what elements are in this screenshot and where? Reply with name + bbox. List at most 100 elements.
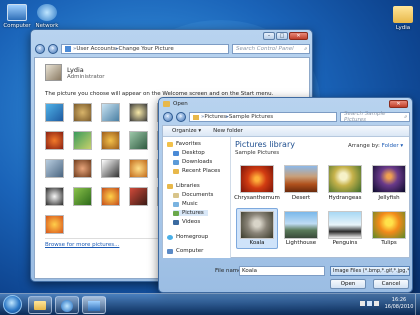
file-thumb-jellyfish[interactable]: [372, 165, 406, 193]
folder-icon: [193, 114, 199, 120]
tray-icons: [360, 301, 379, 306]
search-placeholder: Search Control Panel: [236, 46, 294, 52]
breadcrumb-sample-pictures[interactable]: Sample Pictures: [229, 114, 273, 120]
user-picture-option[interactable]: [101, 187, 120, 206]
file-thumb-hydrangeas[interactable]: [328, 165, 362, 193]
file-type-value: Image Files (*.bmp,*.gif,*.jpg,*: [333, 268, 410, 274]
open-button[interactable]: Open: [330, 279, 366, 289]
desktop-icon-network[interactable]: Network: [32, 4, 62, 29]
navigation-pane: Favorites Desktop Downloads Recent Place…: [163, 137, 231, 258]
start-button[interactable]: [3, 295, 22, 314]
taskbar-ie-button[interactable]: [55, 296, 79, 314]
control-panel-icon: [88, 301, 100, 311]
file-type-select[interactable]: Image Files (*.bmp,*.gif,*.jpg,*: [330, 266, 410, 276]
user-picture-option[interactable]: [129, 187, 148, 206]
library-title: Pictures library: [235, 140, 295, 149]
nav-videos[interactable]: Videos: [173, 219, 200, 225]
nav-documents[interactable]: Documents: [173, 192, 213, 198]
user-picture-option[interactable]: [45, 187, 64, 206]
user-picture-option[interactable]: [73, 187, 92, 206]
desktop-icon-label: Lydia: [395, 25, 411, 31]
taskbar-control-panel-button[interactable]: [82, 296, 106, 314]
arrange-dropdown[interactable]: Folder ▾: [382, 143, 404, 149]
dialog-caption-buttons: ✕: [389, 100, 408, 108]
user-picture-option[interactable]: [45, 131, 64, 150]
dialog-search[interactable]: Search Sample Pictures ⌕: [340, 111, 410, 123]
breadcrumb-pictures[interactable]: Pictures: [204, 114, 226, 120]
nav-recent-places[interactable]: Recent Places: [173, 168, 220, 174]
file-label: Hydrangeas: [328, 195, 362, 201]
dialog-address-bar[interactable]: » Pictures ▸ Sample Pictures: [189, 112, 337, 122]
file-thumb-koala[interactable]: [240, 211, 274, 239]
user-picture-option[interactable]: [45, 215, 64, 234]
user-picture-option[interactable]: [129, 159, 148, 178]
nav-libraries[interactable]: Libraries: [167, 183, 200, 189]
homegroup-icon: [167, 234, 173, 240]
user-picture-option[interactable]: [101, 103, 120, 122]
file-thumb-chrysanthemum[interactable]: [240, 165, 274, 193]
organize-menu[interactable]: Organize ▾: [172, 128, 201, 134]
breadcrumb-user-accounts[interactable]: User Accounts: [76, 46, 115, 52]
dialog-toolbar: Organize ▾ New folder: [163, 126, 409, 137]
minimize-button[interactable]: –: [263, 32, 275, 40]
nav-pictures[interactable]: Pictures: [173, 210, 208, 216]
user-picture-option[interactable]: [101, 159, 120, 178]
dialog-body: Organize ▾ New folder Favorites Desktop …: [162, 125, 410, 258]
nav-buttons: ‹ ›: [35, 44, 58, 54]
desktop-icon-computer[interactable]: Computer: [2, 4, 32, 29]
show-desktop-button[interactable]: [415, 294, 420, 315]
maximize-button[interactable]: □: [276, 32, 288, 40]
file-thumb-penguins[interactable]: [328, 211, 362, 239]
user-picture-option[interactable]: [45, 103, 64, 122]
star-icon: [167, 141, 173, 147]
tray-volume-icon[interactable]: [374, 301, 379, 306]
user-picture-option[interactable]: [129, 131, 148, 150]
network-icon: [37, 4, 57, 21]
user-picture-option[interactable]: [101, 131, 120, 150]
user-picture-option[interactable]: [45, 159, 64, 178]
search-placeholder: Search Sample Pictures: [344, 111, 386, 123]
taskbar: 16:26 16/08/2010: [0, 293, 420, 315]
back-button[interactable]: ‹: [35, 44, 45, 54]
new-folder-button[interactable]: New folder: [213, 128, 243, 134]
window-caption-buttons: – □ ✕: [263, 32, 308, 40]
divider: [45, 238, 165, 239]
user-role: Administrator: [67, 74, 105, 80]
file-label: Tulips: [381, 240, 397, 246]
tray-network-icon[interactable]: [367, 301, 372, 306]
nav-homegroup[interactable]: Homegroup: [167, 234, 208, 240]
music-icon: [173, 201, 179, 207]
nav-desktop[interactable]: Desktop: [173, 150, 205, 156]
breadcrumb-change-picture[interactable]: Change Your Picture: [119, 46, 174, 52]
nav-favorites[interactable]: Favorites: [167, 141, 201, 147]
nav-music[interactable]: Music: [173, 201, 198, 207]
open-dialog-icon: [163, 101, 170, 107]
cancel-button[interactable]: Cancel: [373, 279, 409, 289]
internet-explorer-icon: [61, 300, 73, 312]
nav-computer[interactable]: Computer: [167, 248, 203, 254]
libraries-icon: [167, 183, 173, 189]
address-bar[interactable]: » User Accounts ▸ Change Your Picture: [61, 44, 229, 54]
user-picture-option[interactable]: [129, 103, 148, 122]
taskbar-explorer-button[interactable]: [28, 296, 52, 314]
file-thumb-tulips[interactable]: [372, 211, 406, 239]
control-panel-search[interactable]: Search Control Panel ⌕: [232, 44, 310, 54]
browse-more-link[interactable]: Browse for more pictures...: [45, 242, 119, 248]
computer-icon: [7, 4, 27, 21]
user-picture-option[interactable]: [73, 131, 92, 150]
forward-button[interactable]: ›: [48, 44, 58, 54]
desktop-icon: [173, 150, 179, 156]
nav-downloads[interactable]: Downloads: [173, 159, 212, 165]
user-picture-option[interactable]: [73, 159, 92, 178]
clock[interactable]: 16:26 16/08/2010: [384, 297, 414, 311]
desktop-icon-user-folder[interactable]: Lydia: [388, 6, 418, 31]
tray-flag-icon[interactable]: [360, 301, 365, 306]
file-name-input[interactable]: Koala: [239, 266, 325, 276]
file-thumb-lighthouse[interactable]: [284, 211, 318, 239]
close-button[interactable]: ✕: [289, 32, 308, 40]
dialog-close-button[interactable]: ✕: [389, 100, 408, 108]
file-thumb-desert[interactable]: [284, 165, 318, 193]
user-picture-option[interactable]: [73, 103, 92, 122]
forward-button[interactable]: ›: [176, 112, 186, 122]
back-button[interactable]: ‹: [163, 112, 173, 122]
